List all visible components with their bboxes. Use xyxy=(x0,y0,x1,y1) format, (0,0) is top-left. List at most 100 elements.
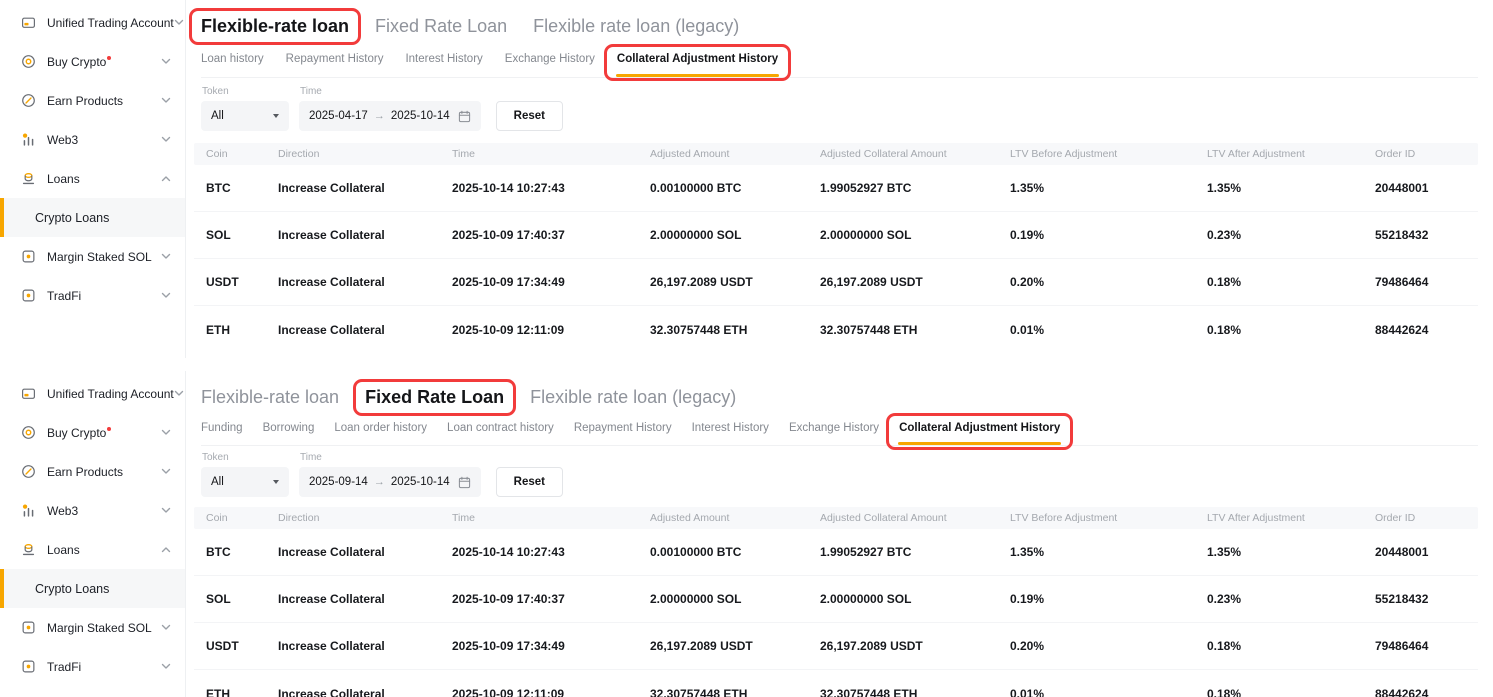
cell-time: 2025-10-09 17:34:49 xyxy=(452,275,650,289)
tab-flexible-rate-loan[interactable]: Flexible-rate loan xyxy=(201,16,349,37)
subtab-borrowing[interactable]: Borrowing xyxy=(263,422,315,434)
sidebar-item-unified-trading-account[interactable]: Unified Trading Account xyxy=(0,374,185,413)
sidebar-item-web3[interactable]: Web3 xyxy=(0,491,185,530)
history-subtabs: Loan history Repayment History Interest … xyxy=(201,53,1478,78)
sidebar-item-crypto-loans[interactable]: Crypto Loans xyxy=(0,198,185,237)
cell-adjusted-amount: 32.30757448 ETH xyxy=(650,323,820,337)
table-row: SOLIncrease Collateral2025-10-09 17:40:3… xyxy=(194,576,1478,623)
sidebar-item-margin-staked-sol[interactable]: Margin Staked SOL xyxy=(0,237,185,276)
history-subtabs: Funding Borrowing Loan order history Loa… xyxy=(201,422,1478,446)
token-select[interactable]: All xyxy=(201,467,289,497)
time-range-picker[interactable]: 2025-09-14→2025-10-14 xyxy=(299,467,481,497)
chevron-down-icon xyxy=(174,19,184,26)
token-select[interactable]: All xyxy=(201,101,289,131)
time-filter-label: Time xyxy=(299,452,481,463)
tab-flexible-rate-loan-legacy[interactable]: Flexible rate loan (legacy) xyxy=(533,16,739,37)
subtab-loan-contract-history[interactable]: Loan contract history xyxy=(447,422,554,434)
sidebar-item-loans[interactable]: Loans xyxy=(0,530,185,569)
cell-adjusted-collateral-amount: 32.30757448 ETH xyxy=(820,687,1010,697)
cell-direction: Increase Collateral xyxy=(278,687,452,697)
cell-ltv-after: 0.18% xyxy=(1207,323,1375,337)
sidebar-item-earn-products[interactable]: Earn Products xyxy=(0,452,185,491)
cell-adjusted-collateral-amount: 2.00000000 SOL xyxy=(820,228,1010,242)
subtab-repayment-history[interactable]: Repayment History xyxy=(286,53,384,65)
subtab-interest-history[interactable]: Interest History xyxy=(405,53,482,65)
cell-adjusted-collateral-amount: 1.99052927 BTC xyxy=(820,545,1010,559)
subtab-collateral-adjustment-history[interactable]: Collateral Adjustment History xyxy=(617,53,778,65)
subtab-interest-history[interactable]: Interest History xyxy=(692,422,769,434)
sidebar-item-unified-trading-account[interactable]: Unified Trading Account xyxy=(0,3,185,42)
chevron-down-icon xyxy=(161,468,171,475)
subtab-label: Collateral Adjustment History xyxy=(899,422,1060,434)
sidebar-item-buy-crypto[interactable]: Buy Crypto xyxy=(0,42,185,81)
cell-ltv-after: 0.18% xyxy=(1207,275,1375,289)
sidebar-item-margin-staked-sol[interactable]: Margin Staked SOL xyxy=(0,608,185,647)
subtab-exchange-history[interactable]: Exchange History xyxy=(789,422,879,434)
cell-coin: ETH xyxy=(206,687,278,697)
cell-time: 2025-10-14 10:27:43 xyxy=(452,545,650,559)
subtab-loan-order-history[interactable]: Loan order history xyxy=(334,422,427,434)
table-row: BTCIncrease Collateral2025-10-14 10:27:4… xyxy=(194,165,1478,212)
sidebar-item-crypto-loans[interactable]: Crypto Loans xyxy=(0,569,185,608)
cell-ltv-before: 0.01% xyxy=(1010,323,1207,337)
date-to: 2025-10-14 xyxy=(391,476,450,488)
table-header-row: Coin Direction Time Adjusted Amount Adju… xyxy=(194,507,1478,529)
collateral-adjustment-table: Coin Direction Time Adjusted Amount Adju… xyxy=(194,507,1478,697)
sidebar-item-earn-products[interactable]: Earn Products xyxy=(0,81,185,120)
sidebar-item-label: Earn Products xyxy=(47,94,123,108)
date-to: 2025-10-14 xyxy=(391,110,450,122)
cell-ltv-after: 1.35% xyxy=(1207,545,1375,559)
cell-coin: SOL xyxy=(206,228,278,242)
subtab-funding[interactable]: Funding xyxy=(201,422,243,434)
col-header-ltv-after: LTV After Adjustment xyxy=(1207,148,1375,160)
subtab-loan-history[interactable]: Loan history xyxy=(201,53,264,65)
sidebar-item-loans[interactable]: Loans xyxy=(0,159,185,198)
tab-fixed-rate-loan[interactable]: Fixed Rate Loan xyxy=(365,387,504,408)
chevron-down-icon xyxy=(161,58,171,65)
col-header-coin: Coin xyxy=(206,148,278,160)
subtab-exchange-history[interactable]: Exchange History xyxy=(505,53,595,65)
cell-adjusted-collateral-amount: 1.99052927 BTC xyxy=(820,181,1010,195)
col-header-direction: Direction xyxy=(278,148,452,160)
cell-order-id: 20448001 xyxy=(1375,181,1478,195)
tab-label: Flexible-rate loan xyxy=(201,16,349,36)
sidebar-item-tradfi[interactable]: TradFi xyxy=(0,276,185,315)
cell-time: 2025-10-09 12:11:09 xyxy=(452,323,650,337)
tab-flexible-rate-loan-legacy[interactable]: Flexible rate loan (legacy) xyxy=(530,387,736,408)
col-header-ltv-before: LTV Before Adjustment xyxy=(1010,512,1207,524)
main-content: Flexible-rate loan Fixed Rate Loan Flexi… xyxy=(186,371,1493,697)
cell-adjusted-collateral-amount: 26,197.2089 USDT xyxy=(820,639,1010,653)
time-range-picker[interactable]: 2025-04-17→2025-10-14 xyxy=(299,101,481,131)
tab-fixed-rate-loan[interactable]: Fixed Rate Loan xyxy=(375,16,507,37)
cell-coin: ETH xyxy=(206,323,278,337)
col-header-adjusted-amount: Adjusted Amount xyxy=(650,148,820,160)
calendar-icon xyxy=(458,110,471,123)
cell-time: 2025-10-09 17:34:49 xyxy=(452,639,650,653)
table-header-row: Coin Direction Time Adjusted Amount Adju… xyxy=(194,143,1478,165)
sidebar-item-buy-crypto[interactable]: Buy Crypto xyxy=(0,413,185,452)
tab-label: Fixed Rate Loan xyxy=(365,387,504,407)
caret-down-icon xyxy=(273,114,279,118)
reset-button[interactable]: Reset xyxy=(496,467,563,497)
col-header-coin: Coin xyxy=(206,512,278,524)
subtab-collateral-adjustment-history[interactable]: Collateral Adjustment History xyxy=(899,422,1060,434)
subtab-repayment-history[interactable]: Repayment History xyxy=(574,422,672,434)
sidebar-item-label: Web3 xyxy=(47,133,78,147)
cell-direction: Increase Collateral xyxy=(278,275,452,289)
col-header-ltv-after: LTV After Adjustment xyxy=(1207,512,1375,524)
cell-ltv-after: 0.18% xyxy=(1207,687,1375,697)
col-header-ltv-before: LTV Before Adjustment xyxy=(1010,148,1207,160)
tab-flexible-rate-loan[interactable]: Flexible-rate loan xyxy=(201,387,339,408)
sidebar-item-label: Loans xyxy=(47,543,80,557)
sidebar-item-label: Crypto Loans xyxy=(35,211,109,225)
buy-crypto-icon xyxy=(21,425,36,440)
loan-type-tabs: Flexible-rate loan Fixed Rate Loan Flexi… xyxy=(201,0,1478,37)
cell-ltv-after: 0.23% xyxy=(1207,592,1375,606)
cell-ltv-before: 1.35% xyxy=(1010,181,1207,195)
table-row: BTCIncrease Collateral2025-10-14 10:27:4… xyxy=(194,529,1478,576)
cell-direction: Increase Collateral xyxy=(278,545,452,559)
reset-button[interactable]: Reset xyxy=(496,101,563,131)
sidebar-item-tradfi[interactable]: TradFi xyxy=(0,647,185,686)
sidebar-item-web3[interactable]: Web3 xyxy=(0,120,185,159)
cell-adjusted-amount: 26,197.2089 USDT xyxy=(650,275,820,289)
